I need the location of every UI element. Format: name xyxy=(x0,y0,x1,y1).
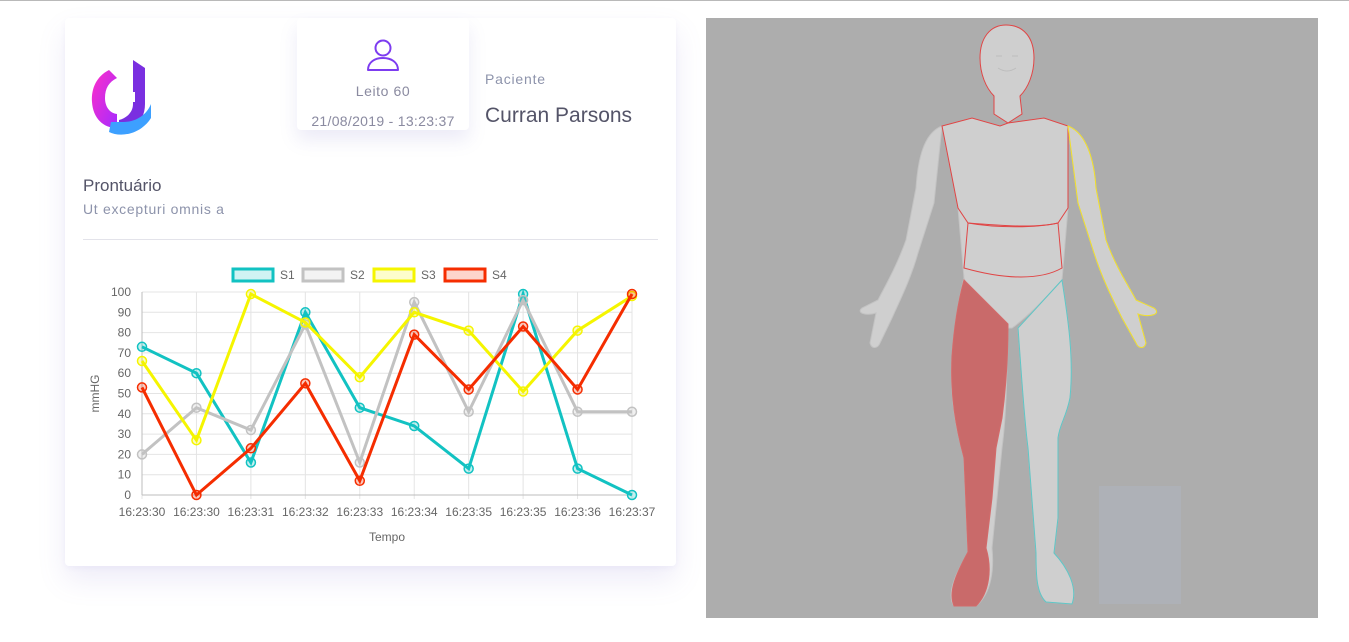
record-title: Prontuário xyxy=(83,176,162,195)
data-point-s4 xyxy=(136,382,148,393)
data-point-s1 xyxy=(191,367,202,379)
patient-caption: Paciente xyxy=(485,71,546,87)
data-point-s4 xyxy=(354,475,366,487)
data-point-s3 xyxy=(463,325,474,336)
y-tick-label: 90 xyxy=(118,305,132,319)
x-tick-label: 16:23:32 xyxy=(282,505,329,519)
data-point-s4 xyxy=(245,443,257,454)
y-tick-label: 30 xyxy=(118,427,132,441)
legend-swatch-s3 xyxy=(372,267,416,283)
body-left-leg xyxy=(1017,278,1075,605)
legend-swatch-s2 xyxy=(301,267,345,283)
data-point-s2 xyxy=(626,406,638,418)
data-point-s1 xyxy=(626,489,638,501)
x-tick-label: 16:23:36 xyxy=(554,505,601,519)
data-point-s1 xyxy=(300,307,311,318)
human-body-figure xyxy=(859,24,1158,607)
y-tick-label: 60 xyxy=(118,366,132,380)
y-tick-label: 10 xyxy=(118,468,132,482)
data-point-s2 xyxy=(517,294,529,306)
data-point-s1 xyxy=(245,457,257,468)
y-tick-label: 100 xyxy=(111,285,131,299)
patient-card: Leito 60 21/08/2019 - 13:23:37 Paciente … xyxy=(65,18,676,566)
data-point-s3 xyxy=(517,386,529,397)
data-point-s2 xyxy=(136,449,148,460)
data-point-s2 xyxy=(572,406,583,418)
x-tick-label: 16:23:33 xyxy=(336,505,383,519)
y-tick-label: 50 xyxy=(118,387,132,401)
x-tick-label: 16:23:35 xyxy=(500,505,547,519)
legend-label-s4: S4 xyxy=(492,268,507,282)
data-point-s1 xyxy=(354,402,366,413)
timestamp: 21/08/2019 - 13:23:37 xyxy=(311,113,455,129)
x-axis-title: Tempo xyxy=(369,530,405,544)
x-tick-label: 16:23:30 xyxy=(119,505,166,519)
data-point-s3 xyxy=(354,372,366,383)
data-point-s1 xyxy=(136,341,148,353)
x-tick-label: 16:23:34 xyxy=(391,505,438,519)
data-point-s3 xyxy=(408,307,420,318)
legend-swatch-s4 xyxy=(443,267,487,283)
data-point-s3 xyxy=(572,325,583,336)
series-line-s2 xyxy=(141,296,632,467)
divider xyxy=(83,239,658,240)
data-point-s4 xyxy=(191,489,202,501)
y-tick-label: 70 xyxy=(118,346,132,360)
patient-name: Curran Parsons xyxy=(485,104,633,127)
data-point-s3 xyxy=(191,434,202,446)
x-tick-label: 16:23:31 xyxy=(228,505,275,519)
x-tick-label: 16:23:37 xyxy=(609,505,656,519)
data-point-s4 xyxy=(408,329,420,340)
series-line-s4 xyxy=(140,293,634,498)
body-right-arm xyxy=(859,125,943,348)
hospital-logo-icon xyxy=(91,60,151,135)
body-head xyxy=(979,24,1035,124)
legend-label-s1: S1 xyxy=(280,268,295,282)
y-tick-label: 20 xyxy=(118,447,132,461)
data-point-s2 xyxy=(245,424,257,436)
data-point-s4 xyxy=(463,384,474,395)
data-point-s4 xyxy=(572,384,583,395)
data-point-s4 xyxy=(626,288,638,300)
series-line-s1 xyxy=(141,288,633,497)
y-tick-label: 0 xyxy=(124,488,131,502)
legend-label-s3: S3 xyxy=(421,268,436,282)
vitals-line-chart: 0 10 20 30 40 50 60 70 80 90 100 16:23:30 16:23:30 16… xyxy=(88,267,656,544)
body-map-panel xyxy=(706,18,1318,618)
data-point-s4 xyxy=(517,321,529,332)
record-subtitle: Ut excepturi omnis a xyxy=(83,201,225,217)
data-point-s3 xyxy=(300,317,311,328)
y-tick-label: 40 xyxy=(118,407,132,421)
data-point-s2 xyxy=(191,402,202,413)
user-icon xyxy=(367,39,399,71)
data-point-s3 xyxy=(245,288,257,300)
data-point-s1 xyxy=(408,420,420,432)
legend-swatch-s1 xyxy=(231,267,275,283)
data-point-s3 xyxy=(136,355,148,367)
data-point-s2 xyxy=(408,296,420,308)
data-point-s2 xyxy=(354,457,366,468)
overlay-panel xyxy=(1099,486,1181,604)
body-left-arm xyxy=(1067,125,1158,348)
x-tick-label: 16:23:30 xyxy=(173,505,220,519)
x-tick-label: 16:23:35 xyxy=(445,505,492,519)
data-point-s1 xyxy=(572,463,583,474)
data-point-s2 xyxy=(463,406,474,418)
bed-label: Leito 60 xyxy=(355,83,411,99)
data-point-s4 xyxy=(300,378,311,389)
data-point-s1 xyxy=(463,463,474,474)
y-tick-label: 80 xyxy=(118,326,132,340)
y-axis-title: mmHG xyxy=(88,375,102,413)
bed-info-box[interactable]: Leito 60 21/08/2019 - 13:23:37 xyxy=(297,18,469,130)
legend-label-s2: S2 xyxy=(350,268,365,282)
